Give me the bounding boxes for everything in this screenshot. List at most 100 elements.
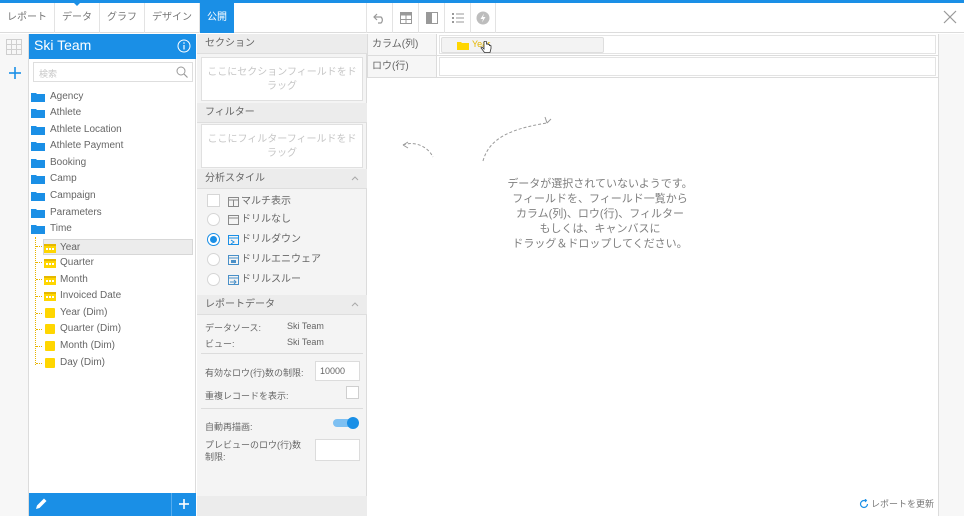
preview-limit-input[interactable] <box>315 439 360 461</box>
folder-label: Athlete Location <box>50 124 122 135</box>
multi-display-label: マルチ表示 <box>241 196 291 207</box>
row-shelf: ロウ(行) <box>367 56 938 78</box>
column-field-pill[interactable]: Year <box>441 37 604 53</box>
option-label: ドリルダウン <box>241 234 301 245</box>
filter-header: フィルター <box>197 103 367 123</box>
divider <box>201 353 363 354</box>
folder-icon <box>31 126 45 135</box>
hand-cursor-icon <box>480 41 492 53</box>
table-view-button[interactable] <box>392 3 418 33</box>
folder-icon <box>31 209 45 218</box>
undo-button[interactable] <box>366 3 392 33</box>
datasource-row: データソース: Ski Team <box>205 321 324 334</box>
radio-button[interactable] <box>207 213 220 226</box>
auto-redraw-toggle[interactable] <box>333 417 359 429</box>
date-field-icon <box>44 292 56 301</box>
date-field-icon <box>44 276 56 285</box>
view-key: ビュー: <box>205 339 235 349</box>
datasource-key: データソース: <box>205 323 262 333</box>
table-icon <box>399 12 412 24</box>
multi-display-icon <box>228 197 239 207</box>
builder-tabs: レポート データ グラフ デザイン 公開 <box>0 2 234 33</box>
drill-down-icon <box>228 235 239 245</box>
filter-drop-zone[interactable]: ここにフィルターフィールドをドラッグ <box>201 124 363 168</box>
folder-label: Athlete Payment <box>50 140 124 151</box>
bolt-button[interactable] <box>470 3 496 33</box>
field-label: Year <box>60 242 81 253</box>
folder-icon <box>457 42 469 50</box>
drill-through-icon <box>228 275 239 285</box>
field-list-panel: Ski Team 検索 Agency Athlete Athlete Locat… <box>29 34 196 516</box>
radio-button-selected[interactable] <box>207 233 220 246</box>
multi-display-checkbox[interactable] <box>207 194 220 207</box>
field-label: Month <box>60 274 88 285</box>
option-label: ドリルスルー <box>241 274 301 285</box>
radio-button[interactable] <box>207 253 220 266</box>
list-view-button[interactable] <box>444 3 470 33</box>
add-icon[interactable] <box>7 65 23 81</box>
pencil-icon[interactable] <box>33 496 49 512</box>
field-search-input[interactable]: 検索 <box>33 62 193 82</box>
tree-branch <box>36 313 42 314</box>
row-drop-zone[interactable] <box>439 57 936 76</box>
row-limit-label: 有効なロウ(行)数の制限: <box>205 368 304 378</box>
folder-label: Athlete <box>50 107 82 118</box>
tree-branch <box>36 329 42 330</box>
folder-label: Camp <box>50 173 77 184</box>
tab-publish[interactable]: 公開 <box>200 3 234 33</box>
empty-canvas-message: データが選択されていないようです。 フィールドを、フィールド一覧から カラム(列… <box>367 177 833 252</box>
radio-button[interactable] <box>207 273 220 286</box>
add-icon[interactable] <box>176 496 192 512</box>
folder-label: Booking <box>50 157 87 168</box>
field-label: Quarter <box>60 257 94 268</box>
report-config-panel: セクション ここにセクションフィールドをドラッグ フィルター ここにフィルターフ… <box>197 34 367 516</box>
report-data-label: レポートデータ <box>205 299 275 310</box>
empty-line: カラム(列)、ロウ(行)、フィルター <box>515 208 685 220</box>
folder-label: Agency <box>50 91 84 102</box>
duplicates-checkbox[interactable] <box>346 386 359 399</box>
refresh-report-button[interactable]: レポートを更新 <box>859 497 934 510</box>
tab-design[interactable]: デザイン <box>145 3 200 33</box>
footer-divider <box>171 493 172 516</box>
date-field-icon <box>44 244 56 253</box>
chevron-up-icon <box>351 176 359 181</box>
dimension-field-icon <box>45 358 55 368</box>
active-caret-icon <box>73 2 81 6</box>
folder-icon <box>31 225 45 234</box>
section-drop-zone[interactable]: ここにセクションフィールドをドラッグ <box>201 57 363 101</box>
tree-branch <box>36 262 42 263</box>
field-panel-footer <box>29 493 196 516</box>
view-row: ビュー: Ski Team <box>205 337 324 350</box>
field-year[interactable]: Year <box>43 239 193 255</box>
field-label: Year (Dim) <box>60 307 108 318</box>
section-header: セクション <box>197 34 367 54</box>
right-rail <box>938 34 964 516</box>
tree-branch <box>36 279 42 280</box>
field-label: Quarter (Dim) <box>60 323 122 334</box>
folder-label: Parameters <box>50 207 102 218</box>
filter-header-label: フィルター <box>205 107 255 118</box>
tab-report[interactable]: レポート <box>0 3 55 33</box>
left-rail <box>0 34 29 516</box>
info-icon[interactable] <box>177 39 191 53</box>
tab-data-label: データ <box>62 12 92 23</box>
analysis-style-header[interactable]: 分析スタイル <box>197 169 367 189</box>
hint-arrows-icon <box>402 116 552 162</box>
close-icon[interactable] <box>942 9 958 25</box>
tree-branch <box>36 246 42 247</box>
field-label: Invoiced Date <box>60 290 122 301</box>
grid-icon[interactable] <box>6 39 22 55</box>
tab-data[interactable]: データ <box>55 2 100 33</box>
column-shelf-label: カラム(列) <box>367 34 437 55</box>
row-limit-input[interactable]: 10000 <box>315 361 360 381</box>
folder-icon <box>31 192 45 201</box>
report-data-header[interactable]: レポートデータ <box>197 295 367 315</box>
field-label: Month (Dim) <box>60 340 116 351</box>
tab-chart[interactable]: グラフ <box>100 3 145 33</box>
toggle-knob <box>347 417 359 429</box>
preview-limit-label-2: 制限: <box>205 452 226 462</box>
report-canvas[interactable]: カラム(列) Year ロウ(行) データが選択されていないようです。 フィール… <box>367 34 938 516</box>
column-view-button[interactable] <box>418 3 444 33</box>
analysis-style-label: 分析スタイル <box>205 173 265 184</box>
folder-label: Campaign <box>50 190 96 201</box>
